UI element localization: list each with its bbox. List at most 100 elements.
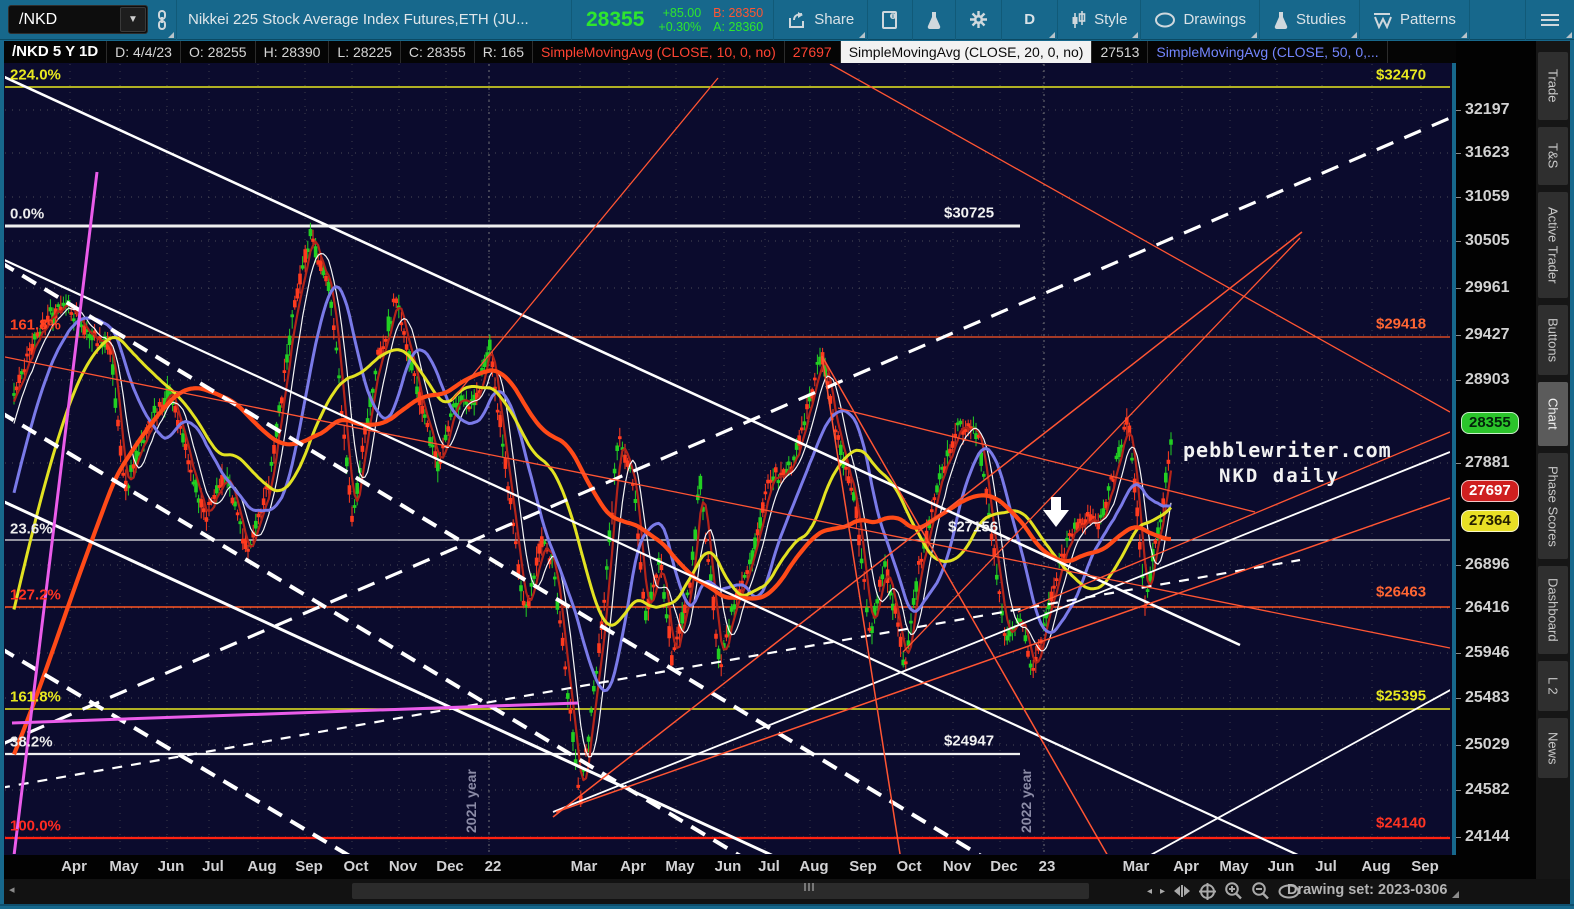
price-level-label: $25395 [1376, 687, 1427, 705]
chart-menu-button[interactable] [1525, 0, 1574, 40]
month-label: Dec [990, 858, 1018, 875]
price-tick-label: 24582 [1465, 781, 1510, 798]
axis-tick-mark [1456, 153, 1461, 154]
fib-level-label: 161.8% [10, 316, 61, 334]
month-label: Mar [570, 858, 598, 875]
price-tick-label: 24144 [1465, 828, 1510, 845]
price-chart-canvas[interactable]: 2021 year 2022 year [0, 0, 1456, 860]
watermark-symbol: NKD daily [1219, 465, 1340, 487]
price-level-label: $24947 [944, 732, 995, 750]
fib-level-label: 127.2% [10, 586, 61, 604]
price-tick-label: 28903 [1465, 371, 1510, 388]
month-label: Mar [1122, 858, 1150, 875]
month-label: Nov [942, 858, 972, 875]
axis-tick-mark [1456, 241, 1461, 242]
axis-tick-mark [1456, 335, 1461, 336]
axis-tick-mark [1456, 565, 1461, 566]
axis-tick-mark [1456, 653, 1461, 654]
list-icon [1541, 13, 1559, 27]
price-tick-label: 26896 [1465, 556, 1510, 573]
thinkorswim-window: /NKD ▼ Nikkei 225 Stock Average Index Fu… [0, 0, 1574, 909]
price-tick-label: 29961 [1465, 279, 1510, 296]
next-arrow-icon[interactable]: ▸ [1160, 886, 1165, 897]
month-label: Apr [61, 858, 87, 875]
fib-level-label: 224.0% [10, 66, 61, 84]
month-label: Jun [714, 858, 742, 875]
axis-price-badge: 27697 [1461, 480, 1519, 502]
month-label: Dec [436, 858, 464, 875]
month-label: Aug [247, 858, 277, 875]
crosshair-icon[interactable] [1199, 882, 1217, 900]
sidebar-tab-news[interactable]: News [1538, 718, 1568, 778]
month-label: 23 [1038, 858, 1056, 875]
month-label: Sep [1411, 858, 1439, 875]
fib-level-label: 161.8% [10, 688, 61, 706]
price-level-label: $29418 [1376, 315, 1427, 333]
axis-tick-mark [1456, 837, 1461, 838]
month-label: Jun [157, 858, 185, 875]
axis-tick-mark [1456, 698, 1461, 699]
price-tick-label: 26416 [1465, 599, 1510, 616]
month-label: Oct [343, 858, 369, 875]
month-label: Jul [202, 858, 224, 875]
axis-tick-mark [1456, 608, 1461, 609]
axis-tick-mark [1456, 463, 1461, 464]
price-axis[interactable]: 32197 31623 31059 30505 29961 29427 28903 27881… [1456, 41, 1536, 879]
axis-tick-mark [1456, 745, 1461, 746]
sidebar-tab-trade[interactable]: Trade [1538, 52, 1568, 120]
sidebar-tab-l-2[interactable]: L 2 [1538, 661, 1568, 711]
price-tick-label: 25946 [1465, 644, 1510, 661]
drawing-set-label[interactable]: Drawing set: 2023-0306 [1287, 882, 1447, 898]
scrollbar-grip-icon[interactable] [804, 883, 814, 891]
price-tick-label: 31623 [1465, 144, 1510, 161]
axis-price-badge: 27364 [1461, 510, 1519, 532]
axis-tick-mark [1456, 380, 1461, 381]
fib-level-label: 100.0% [10, 817, 61, 835]
sidebar-tab-phase-scores[interactable]: Phase Scores [1538, 453, 1568, 559]
month-label: Aug [1361, 858, 1391, 875]
scroll-left-icon[interactable]: ◂ [9, 883, 15, 896]
time-scrollbar[interactable] [352, 883, 1089, 899]
sidebar-tab-buttons[interactable]: Buttons [1538, 305, 1568, 375]
month-label: May [109, 858, 139, 875]
month-label: Sep [295, 858, 323, 875]
axis-tick-mark [1456, 288, 1461, 289]
sidebar-tab-active-trader[interactable]: Active Trader [1538, 192, 1568, 298]
sidebar-tab-dashboard[interactable]: Dashboard [1538, 566, 1568, 654]
price-level-label: $30725 [944, 204, 995, 222]
time-axis[interactable]: Apr May Jun Jul Aug Sep Oct Nov Dec 22 Mar Apr May Ju… [4, 855, 1456, 879]
dropdown-corner [1460, 31, 1467, 38]
price-level-label: $32470 [1376, 66, 1427, 84]
month-label: Apr [620, 858, 646, 875]
zoom-out-icon[interactable] [1251, 882, 1270, 900]
month-label: Nov [388, 858, 418, 875]
month-label: Sep [849, 858, 877, 875]
month-label: Jul [758, 858, 780, 875]
window-border [0, 904, 1574, 906]
zoom-in-icon[interactable] [1224, 882, 1243, 900]
watermark-site: pebblewriter.com [1183, 438, 1392, 462]
axis-tick-mark [1456, 110, 1461, 111]
sidebar-tab-chart[interactable]: Chart [1538, 382, 1568, 446]
fib-level-label: 23.6% [10, 520, 53, 538]
month-label: Jun [1267, 858, 1295, 875]
price-level-label: $24140 [1376, 814, 1427, 832]
year-watermark: 2022 year [1018, 769, 1034, 833]
month-label: May [665, 858, 695, 875]
axis-tick-mark [1456, 790, 1461, 791]
status-bar: ◂ ◂ ▸ Drawing set: 2023-0306 [4, 879, 1570, 904]
sidebar-tab-t-s[interactable]: T&S [1538, 127, 1568, 185]
month-label: Oct [896, 858, 922, 875]
chart-area[interactable]: 2021 year 2022 year 224.0% 0.0% 161.8% 23.6%… [0, 0, 1456, 860]
price-tick-label: 25483 [1465, 689, 1510, 706]
month-label: Jul [1315, 858, 1337, 875]
month-label: 22 [484, 858, 502, 875]
price-tick-label: 27881 [1465, 454, 1510, 471]
month-label: May [1219, 858, 1249, 875]
axis-tick-mark [1456, 197, 1461, 198]
fit-width-icon[interactable] [1173, 885, 1191, 897]
price-tick-label: 30505 [1465, 232, 1510, 249]
prev-arrow-icon[interactable]: ◂ [1147, 886, 1152, 897]
month-label: Apr [1173, 858, 1199, 875]
